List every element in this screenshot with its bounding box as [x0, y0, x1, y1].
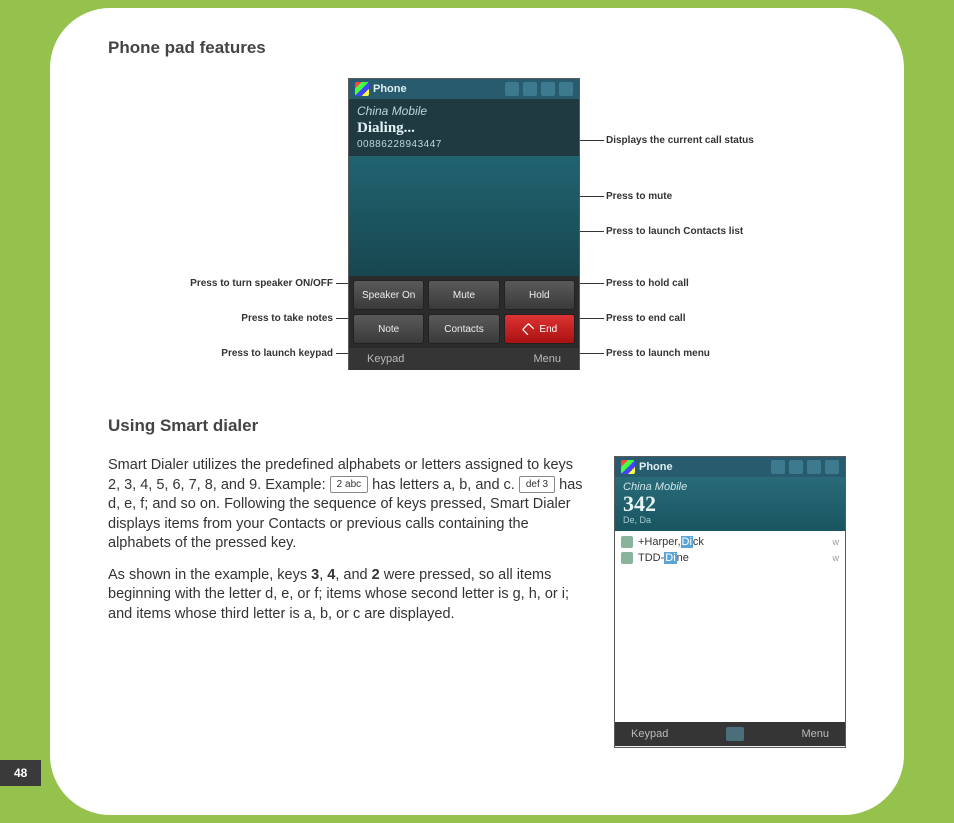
softkey-menu[interactable]: Menu [533, 353, 561, 365]
letter-hint: De, Da [623, 515, 837, 525]
entered-digits: 342 [623, 493, 837, 515]
callout-note: Press to take notes [108, 313, 333, 324]
softkey-center-icon[interactable] [726, 727, 744, 741]
list-item[interactable]: +Harper, Dick w [615, 534, 845, 550]
phone-screenshot-dialing: Phone China Mobile Dialing... 0088622894… [348, 78, 580, 370]
windows-start-icon [621, 460, 635, 474]
end-call-button[interactable]: End [504, 314, 575, 344]
phone-screenshot-smartdialer: Phone China Mobile 342 De, Da +Harper, D… [614, 456, 846, 748]
callout-contacts: Press to launch Contacts list [606, 226, 743, 237]
call-status: Dialing... [349, 118, 579, 139]
section2-title: Using Smart dialer [108, 416, 846, 436]
phone-pad-diagram: Press to turn speaker ON/OFF Press to ta… [108, 78, 846, 388]
softkey-keypad[interactable]: Keypad [631, 728, 668, 740]
document-sheet: Phone pad features Press to turn speaker… [50, 8, 904, 815]
contacts-button[interactable]: Contacts [428, 314, 499, 344]
dialed-number: 00886228943447 [349, 139, 579, 156]
carrier-label: China Mobile [349, 99, 579, 118]
callout-end: Press to end call [606, 313, 685, 324]
speaker-button[interactable]: Speaker On [353, 280, 424, 310]
battery-icon [789, 460, 803, 474]
match-list: +Harper, Dick w TDD-Dine w [615, 531, 845, 722]
page-number: 48 [0, 760, 41, 786]
signal-icon [771, 460, 785, 474]
signal-icon [505, 82, 519, 96]
phone1-title: Phone [373, 83, 501, 95]
body-text: Smart Dialer utilizes the predefined alp… [108, 456, 588, 637]
windows-start-icon [355, 82, 369, 96]
phone2-title: Phone [639, 461, 767, 473]
callout-speaker: Press to turn speaker ON/OFF [108, 278, 333, 289]
callout-status: Displays the current call status [606, 135, 754, 146]
key-2abc: 2 abc [330, 476, 368, 494]
hold-button[interactable]: Hold [504, 280, 575, 310]
key-def3: def 3 [519, 476, 555, 494]
note-button[interactable]: Note [353, 314, 424, 344]
volume-icon [807, 460, 821, 474]
close-icon [825, 460, 839, 474]
volume-icon [541, 82, 555, 96]
callout-keypad: Press to launch keypad [108, 348, 333, 359]
section1-title: Phone pad features [108, 38, 846, 58]
list-item[interactable]: TDD-Dine w [615, 550, 845, 566]
callout-menu: Press to launch menu [606, 348, 710, 359]
battery-icon [523, 82, 537, 96]
softkey-menu[interactable]: Menu [801, 728, 829, 740]
softkey-keypad[interactable]: Keypad [367, 353, 404, 365]
contact-icon [621, 536, 633, 548]
callout-mute: Press to mute [606, 191, 672, 202]
contact-icon [621, 552, 633, 564]
close-icon [559, 82, 573, 96]
callout-hold: Press to hold call [606, 278, 689, 289]
mute-button[interactable]: Mute [428, 280, 499, 310]
